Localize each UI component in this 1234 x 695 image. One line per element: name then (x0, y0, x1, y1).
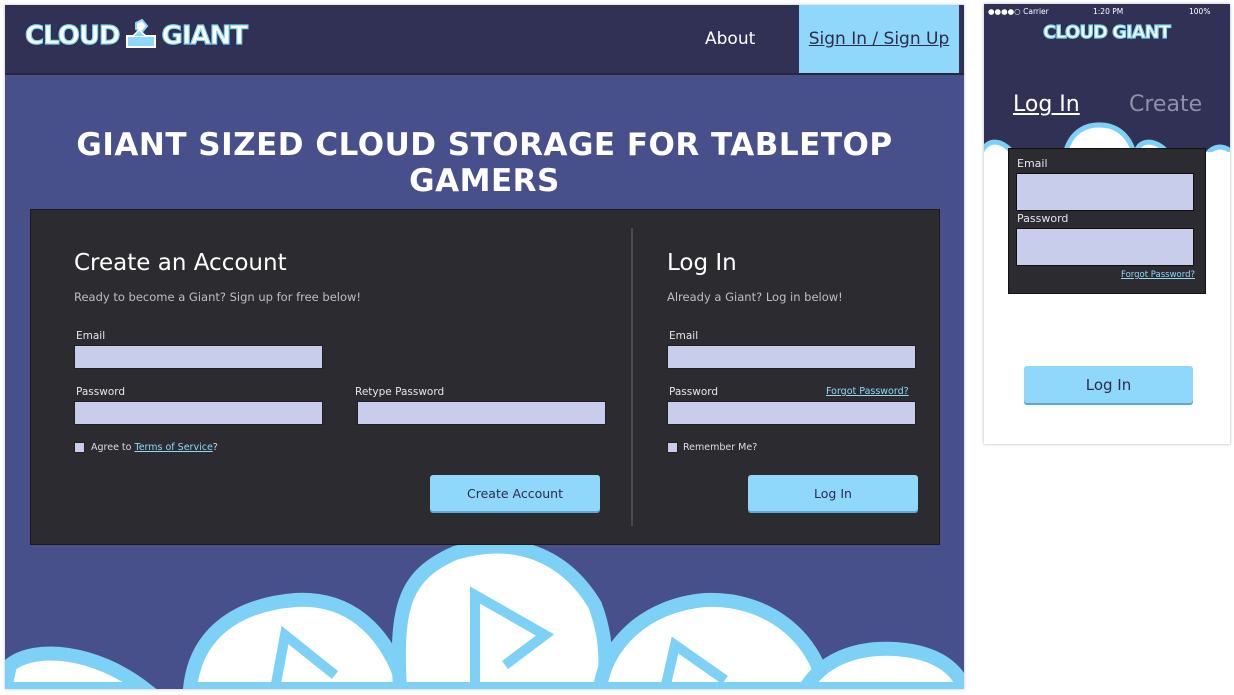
create-account-title: Create an Account (74, 250, 287, 276)
agree-terms-checkbox[interactable] (74, 442, 85, 453)
status-battery: 100% (1189, 7, 1211, 16)
status-carrier: ●●●●○ Carrier (988, 7, 1049, 16)
giant-mascot-icon (124, 18, 158, 54)
mobile-mockup: ●●●●○ Carrier 1:20 PM 100% CLOUD GIANT L… (984, 4, 1230, 444)
logo-text-right: GIANT (161, 20, 249, 51)
terms-of-service-link[interactable]: Terms of Service (135, 442, 213, 453)
agree-suffix: ? (212, 442, 218, 453)
mobile-header: ●●●●○ Carrier 1:20 PM 100% CLOUD GIANT L… (984, 4, 1230, 152)
login-button[interactable]: Log In (748, 475, 918, 511)
mobile-password-input[interactable] (1016, 228, 1194, 266)
mobile-logo: CLOUD GIANT (1042, 21, 1171, 43)
mobile-email-input[interactable] (1016, 173, 1194, 211)
mobile-password-label: Password (1017, 212, 1069, 225)
retype-password-input[interactable] (357, 401, 606, 425)
create-email-label: Email (76, 330, 106, 342)
agree-prefix: Agree to (91, 442, 135, 453)
create-account-subtitle: Ready to become a Giant? Sign up for fre… (74, 290, 362, 304)
top-navbar: CLOUD GIANT About Sign In / Sign Up (5, 5, 964, 75)
panel-divider (631, 228, 633, 526)
login-subtitle: Already a Giant? Log in below! (667, 290, 843, 304)
forgot-password-link[interactable]: Forgot Password? (826, 386, 909, 397)
nav-about-link[interactable]: About (705, 29, 755, 49)
login-email-input[interactable] (667, 345, 916, 369)
create-password-input[interactable] (74, 401, 323, 425)
mobile-tab-login[interactable]: Log In (1013, 92, 1080, 117)
desktop-mockup: CLOUD GIANT About Sign In / Sign Up GIAN… (5, 5, 964, 689)
create-email-input[interactable] (74, 345, 323, 369)
logo[interactable]: CLOUD GIANT (24, 18, 249, 54)
nav-signin-button[interactable]: Sign In / Sign Up (799, 5, 959, 73)
create-password-label: Password (76, 386, 126, 398)
mobile-logo-text: CLOUD GIANT (1042, 21, 1171, 43)
mobile-login-button[interactable]: Log In (1024, 366, 1193, 403)
auth-panel: Create an Account Ready to become a Gian… (30, 209, 940, 545)
retype-password-label: Retype Password (355, 386, 445, 398)
login-title: Log In (667, 250, 737, 276)
login-password-input[interactable] (667, 401, 916, 425)
agree-terms-label: Agree to Terms of Service? (91, 442, 218, 453)
status-time: 1:20 PM (1093, 7, 1124, 16)
remember-me-label: Remember Me? (683, 442, 758, 453)
remember-me-checkbox[interactable] (667, 442, 678, 453)
mobile-email-label: Email (1017, 157, 1048, 170)
login-password-label: Password (669, 386, 719, 398)
mobile-tab-create[interactable]: Create (1129, 92, 1202, 117)
create-account-button[interactable]: Create Account (430, 475, 600, 511)
mobile-login-form: Email Password Forgot Password? (1008, 148, 1206, 294)
login-email-label: Email (669, 330, 699, 342)
mobile-forgot-password-link[interactable]: Forgot Password? (1121, 270, 1195, 280)
logo-text-left: CLOUD (24, 20, 121, 51)
hero-title: GIANT SIZED CLOUD STORAGE FOR TABLETOP G… (76, 127, 893, 199)
mobile-cloud-decoration (984, 122, 1230, 152)
